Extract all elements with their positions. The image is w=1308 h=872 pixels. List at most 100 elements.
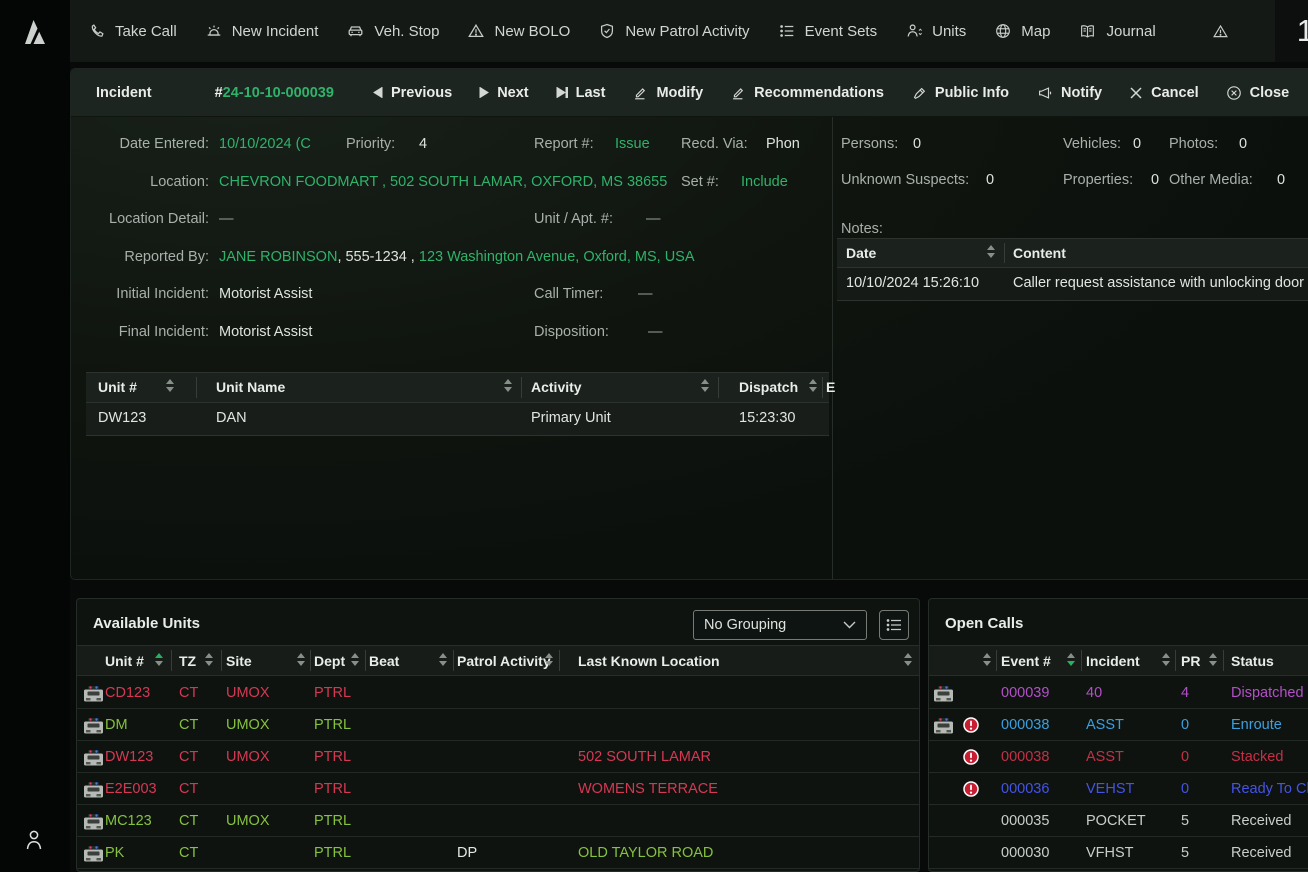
pencil-icon	[632, 85, 648, 101]
sort-icon[interactable]	[1162, 653, 1171, 666]
col-date[interactable]: Date	[846, 245, 876, 261]
menu-units[interactable]: Units	[905, 22, 966, 40]
note-row[interactable]: 10/10/2024 15:26:10 Caller request assis…	[837, 268, 1308, 301]
grouping-dropdown[interactable]: No Grouping	[693, 610, 867, 640]
menu-new-incident[interactable]: New Incident	[205, 22, 319, 40]
police-car-icon	[83, 781, 104, 800]
recommendations-button[interactable]: Recommendations	[730, 85, 884, 101]
menu-new-bolo[interactable]: New BOLO	[467, 22, 570, 40]
cell-incident: 40	[1086, 685, 1102, 701]
close-button[interactable]: Close	[1226, 85, 1290, 101]
unit-row[interactable]: DW123 CT UMOX PTRL 502 SOUTH LAMAR	[77, 741, 919, 773]
col-pr[interactable]: PR	[1181, 653, 1200, 669]
call-row[interactable]: 000038 ASST 0 Enroute	[929, 709, 1308, 741]
sort-icon[interactable]	[439, 653, 448, 666]
cell-site: UMOX	[226, 685, 270, 701]
cell-incident: ASST	[1086, 717, 1124, 733]
sort-icon[interactable]	[166, 379, 175, 392]
col-event-number[interactable]: Event #	[1001, 653, 1051, 669]
col-site[interactable]: Site	[226, 653, 252, 669]
call-row[interactable]: 000039 40 4 Dispatched	[929, 677, 1308, 709]
col-activity[interactable]: Activity	[531, 379, 582, 395]
open-calls-table-header: Event # Incident PR Status	[929, 645, 1308, 676]
unit-row[interactable]: CD123 CT UMOX PTRL	[77, 677, 919, 709]
sort-icon[interactable]	[987, 245, 996, 258]
cell-dept: PTRL	[314, 749, 351, 765]
call-row[interactable]: 000038 ASST 0 Stacked	[929, 741, 1308, 773]
alert-warning-icon[interactable]	[1212, 23, 1229, 40]
next-button[interactable]: Next	[479, 85, 528, 101]
police-car-icon	[933, 685, 954, 704]
notify-button[interactable]: Notify	[1036, 85, 1102, 101]
last-button[interactable]: Last	[556, 85, 606, 101]
col-dept[interactable]: Dept	[314, 653, 345, 669]
sort-icon[interactable]	[205, 653, 214, 666]
column-menu-button[interactable]	[879, 610, 909, 640]
sort-icon[interactable]	[504, 379, 513, 392]
assigned-unit-row[interactable]: DW123 DAN Primary Unit 15:23:30	[86, 403, 829, 436]
police-car-icon	[83, 845, 104, 864]
col-status[interactable]: Status	[1231, 653, 1274, 669]
location-value[interactable]: CHEVRON FOODMART , 502 SOUTH LAMAR, OXFO…	[219, 174, 667, 190]
user-profile-icon[interactable]	[24, 828, 44, 852]
col-unit-number[interactable]: Unit #	[98, 379, 137, 395]
modify-button[interactable]: Modify	[632, 85, 703, 101]
call-row[interactable]: 000035 POCKET 5 Received	[929, 805, 1308, 837]
available-units-table-header: Unit # TZ Site Dept Beat Patrol Activity…	[77, 645, 919, 676]
sort-icon[interactable]	[297, 653, 306, 666]
unit-row[interactable]: E2E003 CT PTRL WOMENS TERRACE	[77, 773, 919, 805]
set-number-value[interactable]: Include	[741, 174, 788, 190]
col-content[interactable]: Content	[1013, 245, 1066, 261]
unit-apt-value: —	[646, 211, 661, 227]
col-beat[interactable]: Beat	[369, 653, 399, 669]
unit-row[interactable]: DM CT UMOX PTRL	[77, 709, 919, 741]
sort-icon[interactable]	[545, 653, 554, 666]
menu-take-call[interactable]: Take Call	[88, 22, 177, 40]
grouping-value: No Grouping	[704, 617, 786, 633]
cell-event: 000036	[1001, 781, 1049, 797]
incident-panel: Incident #24-10-10-000039 Previous Next …	[70, 68, 1308, 580]
recd-via-value: Phon	[766, 136, 800, 152]
cancel-button[interactable]: Cancel	[1129, 85, 1199, 101]
call-timer-label: Call Timer:	[534, 286, 603, 302]
col-unit-name[interactable]: Unit Name	[216, 379, 285, 395]
unit-row[interactable]: PK CT PTRL DP OLD TAYLOR ROAD	[77, 837, 919, 869]
cell-status: Received	[1231, 813, 1291, 829]
call-row[interactable]: 000036 VEHST 0 Ready To Clo	[929, 773, 1308, 805]
menu-map[interactable]: Map	[994, 22, 1050, 40]
sort-icon[interactable]	[701, 379, 710, 392]
sort-icon[interactable]	[1209, 653, 1218, 666]
open-calls-title: Open Calls	[945, 615, 1023, 632]
menu-journal[interactable]: Journal	[1078, 22, 1155, 40]
unit-row[interactable]: MC123 CT UMOX PTRL	[77, 805, 919, 837]
col-last-known-location[interactable]: Last Known Location	[578, 653, 720, 669]
col-unit-number[interactable]: Unit #	[105, 653, 144, 669]
sort-icon[interactable]	[983, 653, 992, 666]
sidebar	[0, 0, 70, 872]
assigned-units-header: Unit # Unit Name Activity Dispatch E	[86, 372, 829, 403]
public-info-button[interactable]: Public Info	[911, 85, 1009, 101]
cell-unit: E2E003	[105, 781, 157, 797]
vehicles-label: Vehicles:	[1063, 136, 1121, 152]
menu-veh-stop[interactable]: Veh. Stop	[346, 22, 439, 40]
menu-event-sets[interactable]: Event Sets	[778, 22, 878, 40]
sort-icon-ascending[interactable]	[155, 653, 164, 666]
reported-by-value[interactable]: JANE ROBINSON, 555-1234 , 123 Washington…	[219, 249, 695, 265]
col-dispatch[interactable]: Dispatch	[739, 379, 798, 395]
cell-pr: 5	[1181, 813, 1189, 829]
report-label: Report #:	[534, 136, 594, 152]
cell-tz: CT	[179, 781, 198, 797]
sort-icon[interactable]	[904, 653, 913, 666]
sort-icon[interactable]	[351, 653, 360, 666]
col-incident[interactable]: Incident	[1086, 653, 1140, 669]
col-tz[interactable]: TZ	[179, 653, 196, 669]
call-row[interactable]: 000030 VFHST 5 Received	[929, 837, 1308, 869]
sort-icon[interactable]	[809, 379, 818, 392]
globe-icon	[994, 22, 1012, 40]
menu-new-patrol-activity[interactable]: New Patrol Activity	[598, 22, 749, 40]
previous-button[interactable]: Previous	[373, 85, 452, 101]
sort-icon-descending[interactable]	[1067, 653, 1076, 666]
cell-pr: 5	[1181, 845, 1189, 861]
report-value[interactable]: Issue	[615, 136, 650, 152]
col-patrol-activity[interactable]: Patrol Activity	[457, 653, 551, 669]
